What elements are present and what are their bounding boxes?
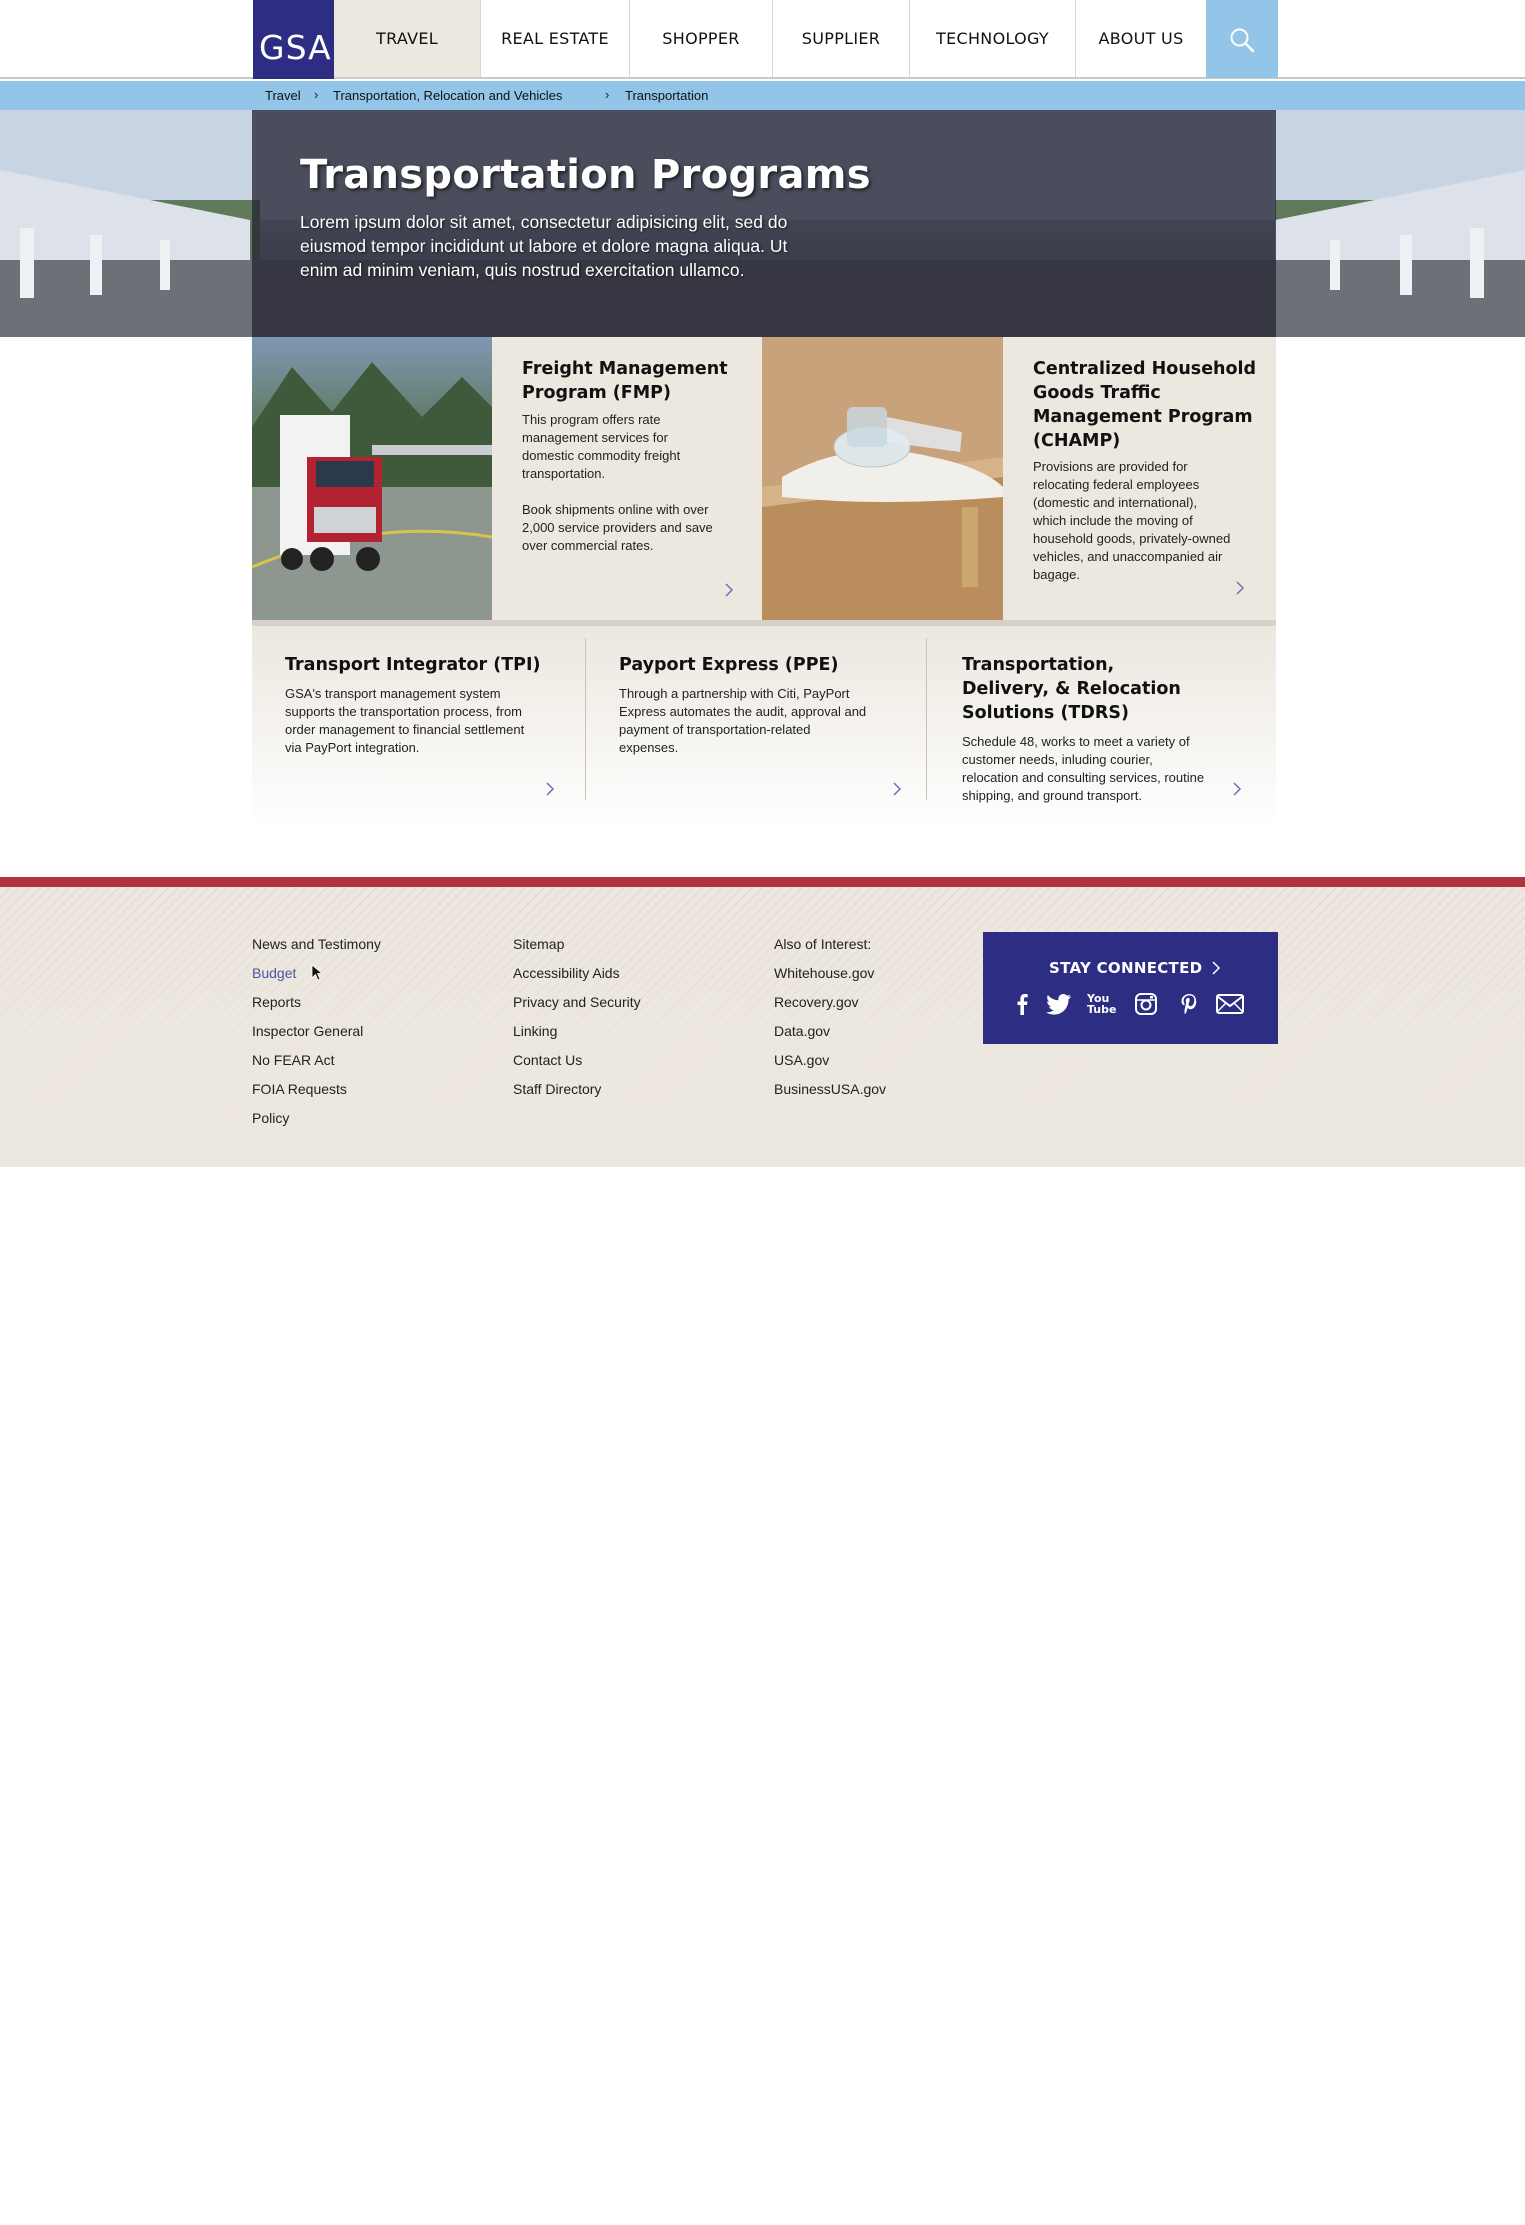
- fmp-description-2: Book shipments online with over 2,000 se…: [522, 502, 713, 553]
- chevron-right-icon[interactable]: [1232, 782, 1242, 796]
- footer-link-data-gov[interactable]: Data.gov: [774, 1017, 886, 1046]
- gsa-logo[interactable]: GSA: [253, 0, 334, 79]
- footer-link-linking[interactable]: Linking: [513, 1017, 641, 1046]
- stay-connected-link[interactable]: STAY CONNECTED: [1049, 959, 1202, 977]
- breadcrumb-transportation: Transportation: [625, 88, 709, 103]
- nav-item-real-estate[interactable]: REAL ESTATE: [481, 0, 630, 77]
- fmp-title[interactable]: Freight Management Program (FMP): [522, 357, 742, 405]
- footer-link-inspector-general[interactable]: Inspector General: [252, 1017, 381, 1046]
- footer-column-2: Sitemap Accessibility Aids Privacy and S…: [513, 930, 641, 1104]
- champ-title[interactable]: Centralized Household Goods Traffic Mana…: [1033, 357, 1261, 453]
- divider: [926, 638, 927, 800]
- truck-image: [252, 337, 492, 621]
- footer-link-news-and-testimony[interactable]: News and Testimony: [252, 930, 381, 959]
- champ-description: Provisions are provided for relocating f…: [1033, 459, 1231, 582]
- nav-item-supplier[interactable]: SUPPLIER: [773, 0, 910, 77]
- footer-link-sitemap[interactable]: Sitemap: [513, 930, 641, 959]
- tpi-title[interactable]: Transport Integrator (TPI): [285, 653, 555, 677]
- hero-banner: Transportation Programs Lorem ipsum dolo…: [0, 110, 1525, 337]
- breadcrumb: Travel › Transportation, Relocation and …: [0, 81, 1525, 110]
- chevron-right-icon[interactable]: [1235, 581, 1245, 595]
- search-icon: [1230, 28, 1255, 53]
- breadcrumb-transportation-relocation-vehicles[interactable]: Transportation, Relocation and Vehicles: [333, 88, 562, 103]
- featured-programs: Freight Management Program (FMP) This pr…: [252, 337, 1276, 621]
- fmp-description-1: This program offers rate management serv…: [522, 412, 681, 481]
- chevron-right-icon: ›: [314, 87, 319, 102]
- footer-link-accessibility-aids[interactable]: Accessibility Aids: [513, 959, 641, 988]
- facebook-icon[interactable]: [1012, 990, 1032, 1018]
- footer-heading-also-of-interest: Also of Interest:: [774, 936, 872, 952]
- moving-box-image: [762, 337, 1003, 621]
- more-programs: Transport Integrator (TPI) GSA's transpo…: [252, 626, 1276, 826]
- footer-link-businessusa[interactable]: BusinessUSA.gov: [774, 1075, 886, 1104]
- footer-top-border: [0, 877, 1525, 887]
- stay-connected-panel: STAY CONNECTED You Tube: [983, 932, 1278, 1044]
- footer-link-contact-us[interactable]: Contact Us: [513, 1046, 641, 1075]
- nav-item-shopper[interactable]: SHOPPER: [630, 0, 773, 77]
- logo-text: GSA: [259, 28, 332, 67]
- footer-column-3: Also of Interest: Whitehouse.gov Recover…: [774, 930, 886, 1104]
- chevron-right-icon[interactable]: [724, 583, 734, 597]
- chevron-right-icon[interactable]: [545, 782, 555, 796]
- footer-link-no-fear-act[interactable]: No FEAR Act: [252, 1046, 381, 1075]
- top-navigation-bar: GSA TRAVEL REAL ESTATE SHOPPER SUPPLIER …: [0, 0, 1525, 79]
- tpi-description: GSA's transport management system suppor…: [285, 686, 525, 755]
- page-title: Transportation Programs: [300, 152, 871, 198]
- search-button[interactable]: [1206, 0, 1278, 78]
- footer-link-foia-requests[interactable]: FOIA Requests: [252, 1075, 381, 1104]
- ppe-title[interactable]: Payport Express (PPE): [619, 653, 889, 677]
- hero-description: Lorem ipsum dolor sit amet, consectetur …: [300, 212, 788, 280]
- email-icon[interactable]: [1215, 990, 1245, 1018]
- divider: [585, 638, 586, 800]
- tdrs-title[interactable]: Transportation, Delivery, & Relocation S…: [962, 653, 1197, 725]
- footer-link-recovery[interactable]: Recovery.gov: [774, 988, 886, 1017]
- mouse-cursor-icon: [311, 964, 323, 981]
- nav-item-technology[interactable]: TECHNOLOGY: [910, 0, 1076, 77]
- footer-link-privacy-and-security[interactable]: Privacy and Security: [513, 988, 641, 1017]
- main-nav: TRAVEL REAL ESTATE SHOPPER SUPPLIER TECH…: [334, 0, 1206, 79]
- footer-link-policy[interactable]: Policy: [252, 1104, 381, 1133]
- chevron-right-icon: ›: [605, 87, 610, 102]
- footer-link-usa-gov[interactable]: USA.gov: [774, 1046, 886, 1075]
- footer-column-1: News and Testimony Budget Reports Inspec…: [252, 930, 381, 1133]
- pinterest-icon[interactable]: [1178, 990, 1200, 1018]
- footer: [0, 887, 1525, 1167]
- tdrs-description: Schedule 48, works to meet a variety of …: [962, 734, 1205, 803]
- nav-item-about-us[interactable]: ABOUT US: [1076, 0, 1206, 77]
- fmp-card[interactable]: Freight Management Program (FMP) This pr…: [492, 337, 762, 621]
- instagram-icon[interactable]: [1133, 990, 1159, 1018]
- footer-link-reports[interactable]: Reports: [252, 988, 381, 1017]
- champ-card[interactable]: Centralized Household Goods Traffic Mana…: [1003, 337, 1276, 621]
- breadcrumb-travel[interactable]: Travel: [265, 88, 301, 103]
- nav-item-travel[interactable]: TRAVEL: [334, 0, 481, 77]
- youtube-icon[interactable]: You Tube: [1087, 990, 1119, 1018]
- chevron-right-icon[interactable]: [1211, 961, 1221, 975]
- ppe-description: Through a partnership with Citi, PayPort…: [619, 686, 867, 755]
- footer-link-staff-directory[interactable]: Staff Directory: [513, 1075, 641, 1104]
- chevron-right-icon[interactable]: [892, 782, 902, 796]
- twitter-icon[interactable]: [1044, 990, 1074, 1018]
- footer-link-whitehouse[interactable]: Whitehouse.gov: [774, 959, 886, 988]
